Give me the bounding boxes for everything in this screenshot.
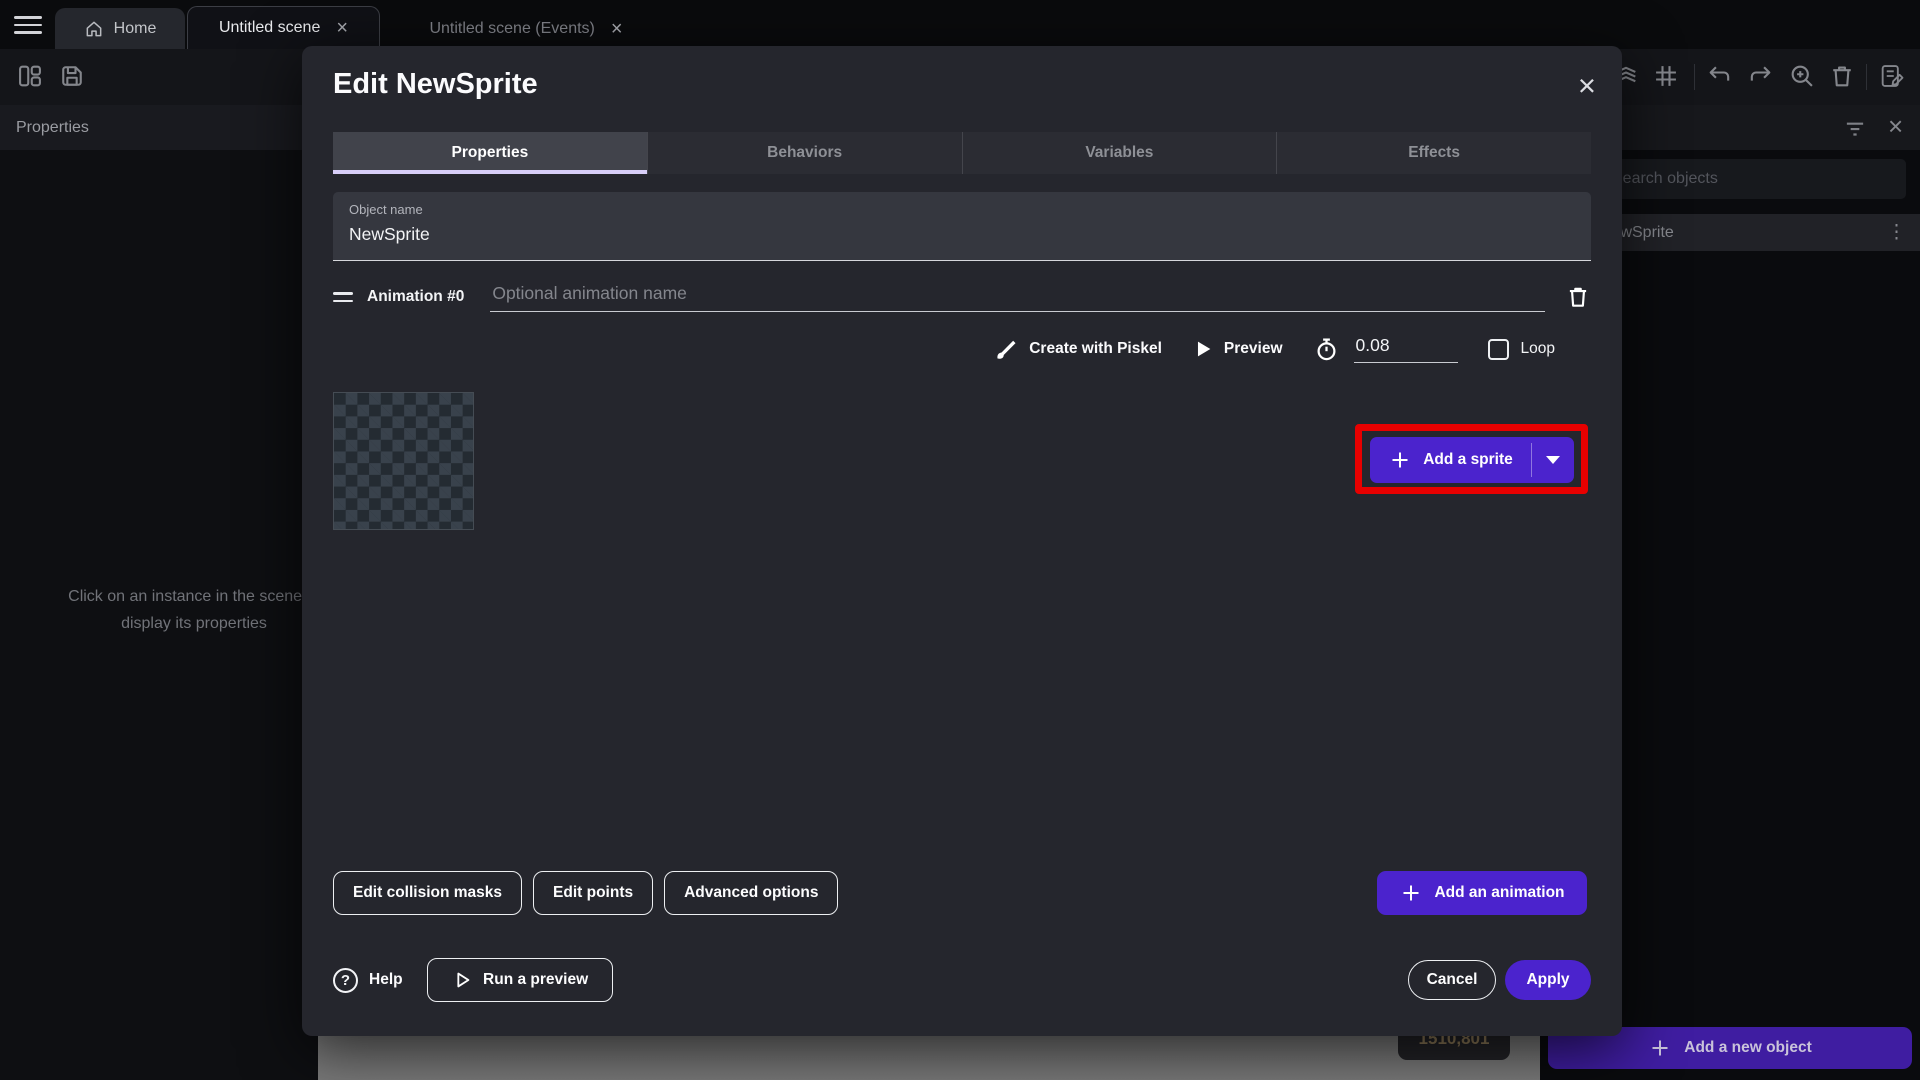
- dialog-tabs: Properties Behaviors Variables Effects: [333, 132, 1591, 174]
- panels-layout-icon[interactable]: [16, 62, 44, 90]
- add-an-animation-label: Add an animation: [1434, 884, 1564, 902]
- tab-effects-label: Effects: [1408, 144, 1460, 162]
- toolbar-divider: [1866, 64, 1867, 90]
- advanced-options-button[interactable]: Advanced options: [664, 871, 838, 915]
- brush-icon: [993, 336, 1019, 362]
- stopwatch-icon: [1313, 336, 1340, 363]
- help-label: Help: [369, 971, 403, 989]
- add-an-animation-button[interactable]: Add an animation: [1377, 871, 1587, 915]
- close-panel-icon[interactable]: ×: [1888, 111, 1903, 142]
- tab-variables[interactable]: Variables: [962, 132, 1277, 174]
- loop-checkbox[interactable]: [1488, 339, 1509, 360]
- edit-collision-masks-button[interactable]: Edit collision masks: [333, 871, 522, 915]
- help-button[interactable]: ? Help: [333, 968, 403, 993]
- animation-index-label: Animation #0: [367, 288, 464, 306]
- tab-untitled-scene-label: Untitled scene: [219, 19, 320, 37]
- close-tab-icon[interactable]: ×: [336, 18, 348, 38]
- animation-row: Animation #0: [333, 282, 1591, 312]
- animation-name-input[interactable]: [490, 283, 1545, 312]
- undo-icon[interactable]: [1706, 62, 1734, 90]
- frame-duration-input[interactable]: [1354, 335, 1458, 363]
- dialog-footer: ? Help Run a preview Cancel Apply: [333, 958, 1591, 1002]
- tab-untitled-scene-events-label: Untitled scene (Events): [429, 20, 594, 38]
- plus-icon: [1648, 1036, 1672, 1060]
- tab-untitled-scene-events[interactable]: Untitled scene (Events) ×: [388, 8, 664, 49]
- gdevelop-app: 1510,801 Home Untitled scene × Untitled …: [0, 0, 1920, 1080]
- edit-points-button[interactable]: Edit points: [533, 871, 653, 915]
- tab-home-label: Home: [114, 20, 157, 38]
- dialog-title: Edit NewSprite: [333, 68, 538, 101]
- redo-icon[interactable]: [1746, 62, 1774, 90]
- add-sprite-dropdown[interactable]: [1532, 437, 1574, 483]
- play-outline-icon: [451, 969, 473, 991]
- create-with-piskel-label: Create with Piskel: [1029, 340, 1162, 358]
- close-dialog-icon[interactable]: ×: [1578, 70, 1596, 101]
- add-new-object-label: Add a new object: [1684, 1039, 1811, 1057]
- dialog-actions-row: Edit collision masks Edit points Advance…: [333, 871, 1591, 915]
- toolbar-divider: [1694, 64, 1695, 90]
- sprite-frame-thumbnail[interactable]: [333, 392, 474, 530]
- apply-button[interactable]: Apply: [1505, 960, 1591, 1000]
- properties-panel-title: Properties: [0, 105, 318, 150]
- preview-label: Preview: [1224, 340, 1283, 358]
- tab-behaviors[interactable]: Behaviors: [647, 132, 962, 174]
- tab-effects[interactable]: Effects: [1276, 132, 1591, 174]
- chevron-down-icon: [1546, 456, 1560, 464]
- tab-behaviors-label: Behaviors: [767, 144, 842, 162]
- tab-properties-label: Properties: [452, 144, 529, 162]
- save-icon[interactable]: [58, 62, 86, 90]
- tab-variables-label: Variables: [1085, 144, 1153, 162]
- menu-icon[interactable]: [14, 16, 42, 34]
- object-name-field[interactable]: Object name NewSprite: [333, 192, 1591, 261]
- search-objects-input[interactable]: [1598, 159, 1906, 199]
- run-a-preview-label: Run a preview: [483, 971, 588, 989]
- delete-animation-icon[interactable]: [1565, 284, 1591, 310]
- add-a-sprite-button[interactable]: Add a sprite: [1370, 437, 1574, 483]
- drag-handle-icon[interactable]: [333, 292, 353, 302]
- object-name-field-label: Object name: [349, 202, 1575, 217]
- object-name-field-value: NewSprite: [349, 224, 1575, 245]
- add-a-sprite-label: Add a sprite: [1423, 451, 1513, 469]
- events-sheet-icon[interactable]: [1878, 62, 1906, 90]
- play-icon: [1192, 338, 1214, 360]
- plus-icon: [1388, 448, 1412, 472]
- plus-icon: [1399, 881, 1423, 905]
- edit-object-dialog: Edit NewSprite × Properties Behaviors Va…: [302, 46, 1622, 1036]
- kebab-menu-icon[interactable]: ⋮: [1887, 221, 1906, 244]
- home-icon: [84, 19, 104, 39]
- tab-home[interactable]: Home: [55, 8, 185, 49]
- tab-properties[interactable]: Properties: [333, 132, 647, 174]
- help-icon: ?: [333, 968, 358, 993]
- filter-icon[interactable]: [1842, 115, 1868, 141]
- top-bar: Home Untitled scene × Untitled scene (Ev…: [0, 0, 1920, 49]
- grid-icon[interactable]: [1652, 62, 1680, 90]
- close-tab-icon[interactable]: ×: [611, 19, 623, 39]
- properties-panel: Properties Click on an instance in the s…: [0, 105, 318, 1080]
- trash-icon[interactable]: [1828, 62, 1856, 90]
- preview-button[interactable]: Preview: [1192, 338, 1283, 360]
- add-a-sprite-main[interactable]: Add a sprite: [1370, 437, 1531, 483]
- loop-label: Loop: [1521, 340, 1555, 358]
- create-with-piskel-button[interactable]: Create with Piskel: [993, 336, 1162, 362]
- cancel-button[interactable]: Cancel: [1408, 960, 1496, 1000]
- run-a-preview-button[interactable]: Run a preview: [427, 958, 613, 1002]
- zoom-in-icon[interactable]: [1788, 62, 1816, 90]
- tab-untitled-scene[interactable]: Untitled scene ×: [187, 6, 380, 49]
- selected-tab-underline: [333, 170, 647, 174]
- animation-toolbar: Create with Piskel Preview Loop: [333, 330, 1591, 368]
